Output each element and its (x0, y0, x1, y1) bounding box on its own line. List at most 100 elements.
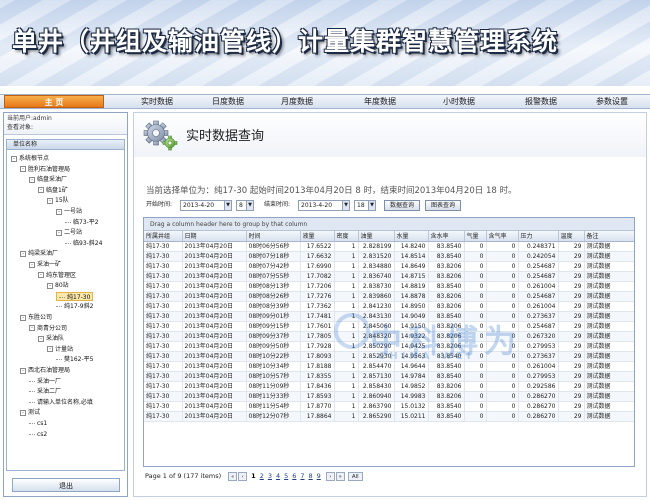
page-link[interactable]: 8 (309, 470, 313, 482)
tree-node[interactable]: - 采油一矿 (29, 260, 61, 269)
tree-node[interactable]: 临73-平2 (65, 218, 99, 227)
show-all-button[interactable]: All (347, 471, 363, 481)
tree-node[interactable]: cs2 (29, 430, 47, 439)
tree-node[interactable]: 临93-斜24 (65, 239, 102, 248)
collapse-toggle-icon[interactable]: - (20, 250, 26, 257)
collapse-toggle-icon[interactable]: - (56, 229, 62, 236)
table-row[interactable]: 纯17-30 2013年04月20日 08时06分56秒 17.6522 1 2.8281… (144, 241, 634, 252)
column-header[interactable]: 温度 (558, 231, 585, 242)
table-row[interactable]: 纯17-30 2013年04月20日 08时10分34秒 17.8188 1 2.8544… (144, 361, 634, 372)
start-date-picker[interactable]: 2013-4-20 ▼ (180, 200, 232, 211)
table-row[interactable]: 纯17-30 2013年04月20日 08时07分18秒 17.6632 1 2.8315… (144, 251, 634, 262)
collapse-toggle-icon[interactable]: - (47, 197, 53, 204)
collapse-toggle-icon[interactable]: - (29, 261, 35, 268)
tree-node[interactable]: - 纯东管理区 (38, 271, 76, 280)
column-header[interactable]: 密度 (334, 231, 359, 242)
nav-item-6[interactable]: 报警数据 (506, 95, 576, 108)
table-row[interactable]: 纯17-30 2013年04月20日 08时11分33秒 17.8593 1 2.8609… (144, 391, 634, 402)
table-row[interactable]: 纯17-30 2013年04月20日 08时07分42秒 17.6990 1 2.8348… (144, 261, 634, 272)
tree-node[interactable]: - 采油队 (38, 334, 64, 343)
nav-item-0[interactable]: 主 页 (4, 95, 104, 108)
tree-node[interactable]: - 系统根节点 (11, 154, 49, 163)
tree-node[interactable]: - 计量站 (47, 345, 73, 354)
column-header[interactable]: 含水率 (428, 231, 465, 242)
table-row[interactable]: 纯17-30 2013年04月20日 08时08分26秒 17.7276 1 2.8398… (144, 291, 634, 302)
tree-node[interactable]: 采油一厂 (29, 377, 61, 386)
column-header[interactable]: 日期 (182, 231, 247, 242)
column-header[interactable]: 气量 (464, 231, 487, 242)
tree-node[interactable]: 樊162-平5 (56, 355, 93, 364)
page-link[interactable]: 7 (300, 470, 304, 482)
collapse-toggle-icon[interactable]: - (20, 409, 26, 416)
prev-page-button[interactable]: ‹ (238, 471, 248, 481)
tree-node[interactable]: - 胜利石油管理局 (20, 165, 70, 174)
page-link[interactable]: 5 (284, 470, 288, 482)
tree-node[interactable]: - 临盘1矿 (38, 186, 68, 195)
collapse-toggle-icon[interactable]: - (38, 335, 44, 342)
page-link[interactable]: 1 (251, 470, 256, 482)
chart-query-button[interactable]: 图表查询 (425, 200, 461, 211)
tree-node[interactable]: -15队 (47, 196, 69, 205)
end-hour-select[interactable]: 18 ▼ (354, 200, 376, 211)
column-header[interactable]: 时间 (246, 231, 301, 242)
tree-node[interactable]: - 西北石油管理局 (20, 366, 70, 375)
collapse-toggle-icon[interactable]: - (20, 367, 26, 374)
tree-node[interactable]: 采油二厂 (29, 387, 61, 396)
table-row[interactable]: 纯17-30 2013年04月20日 08时11分09秒 17.8436 1 2.8584… (144, 381, 634, 392)
column-header[interactable]: 所属井组 (144, 231, 183, 242)
tree-node[interactable]: - 纯梁采油厂 (20, 249, 58, 258)
tree-node[interactable]: - 商青分公司 (29, 324, 67, 333)
nav-item-7[interactable]: 参数设置 (577, 95, 647, 108)
collapse-toggle-icon[interactable]: - (38, 187, 44, 194)
nav-item-3[interactable]: 月度数据 (262, 95, 332, 108)
page-link[interactable]: 9 (317, 470, 321, 482)
tree-node[interactable]: 请输入单位名称,必填 (29, 398, 93, 407)
table-row[interactable]: 纯17-30 2013年04月20日 08时08分39秒 17.7362 1 2.8412… (144, 301, 634, 312)
tree-node[interactable]: - 一号站 (56, 207, 82, 216)
column-header[interactable]: 压力 (518, 231, 559, 242)
page-link[interactable]: 6 (292, 470, 296, 482)
collapse-toggle-icon[interactable]: - (38, 272, 44, 279)
table-row[interactable]: 纯17-30 2013年04月20日 08时10分57秒 17.8355 1 2.8571… (144, 371, 634, 382)
nav-item-5[interactable]: 小时数据 (424, 95, 494, 108)
last-page-button[interactable]: » (335, 471, 345, 481)
dropdown-arrow-icon[interactable]: ▼ (224, 201, 231, 210)
collapse-toggle-icon[interactable]: - (20, 314, 26, 321)
tree-node[interactable]: 纯17-9斜2 (56, 302, 93, 311)
collapse-toggle-icon[interactable]: - (20, 166, 26, 173)
column-header[interactable]: 水量 (394, 231, 429, 242)
table-row[interactable]: 纯17-30 2013年04月20日 08时08分13秒 17.7206 1 2.8387… (144, 281, 634, 292)
first-page-button[interactable]: « (228, 471, 238, 481)
next-page-button[interactable]: › (325, 471, 335, 481)
nav-item-4[interactable]: 年度数据 (345, 95, 415, 108)
group-by-panel[interactable]: Drag a column header here to group by th… (144, 218, 634, 231)
collapse-toggle-icon[interactable]: - (11, 155, 17, 162)
page-link[interactable]: 4 (276, 470, 280, 482)
column-header[interactable]: 油量 (358, 231, 395, 242)
nav-item-1[interactable]: 实时数据 (122, 95, 192, 108)
table-row[interactable]: 纯17-30 2013年04月20日 08时07分55秒 17.7082 1 2.8367… (144, 271, 634, 282)
collapse-toggle-icon[interactable]: - (29, 325, 35, 332)
tree-node[interactable]: - 测试 (20, 408, 40, 417)
data-query-button[interactable]: 数据查询 (384, 200, 420, 211)
tree-node[interactable]: - 二号站 (56, 228, 82, 237)
page-link[interactable]: 3 (268, 470, 272, 482)
dropdown-arrow-icon[interactable]: ▼ (342, 201, 349, 210)
dropdown-arrow-icon[interactable]: ▼ (368, 201, 375, 210)
table-row[interactable]: 纯17-30 2013年04月20日 08时11分54秒 17.8770 1 2.8637… (144, 401, 634, 412)
column-header[interactable]: 液量 (300, 231, 335, 242)
end-date-picker[interactable]: 2013-4-20 ▼ (298, 200, 350, 211)
tree-node[interactable]: cs1 (29, 419, 47, 428)
collapse-toggle-icon[interactable]: - (47, 346, 53, 353)
tree-node[interactable]: - 东胜公司 (20, 313, 52, 322)
collapse-toggle-icon[interactable]: - (29, 176, 35, 183)
collapse-toggle-icon[interactable]: - (56, 208, 62, 215)
tree-node[interactable]: 纯17-30 (56, 291, 94, 301)
tree-node[interactable]: - 临盘采油厂 (29, 175, 67, 184)
dropdown-arrow-icon[interactable]: ▼ (246, 201, 253, 210)
page-link[interactable]: 2 (260, 470, 264, 482)
column-header[interactable]: 备注 (584, 231, 634, 242)
nav-item-2[interactable]: 日度数据 (193, 95, 263, 108)
collapse-toggle-icon[interactable]: - (47, 282, 53, 289)
logout-button[interactable]: 退出 (12, 478, 120, 492)
